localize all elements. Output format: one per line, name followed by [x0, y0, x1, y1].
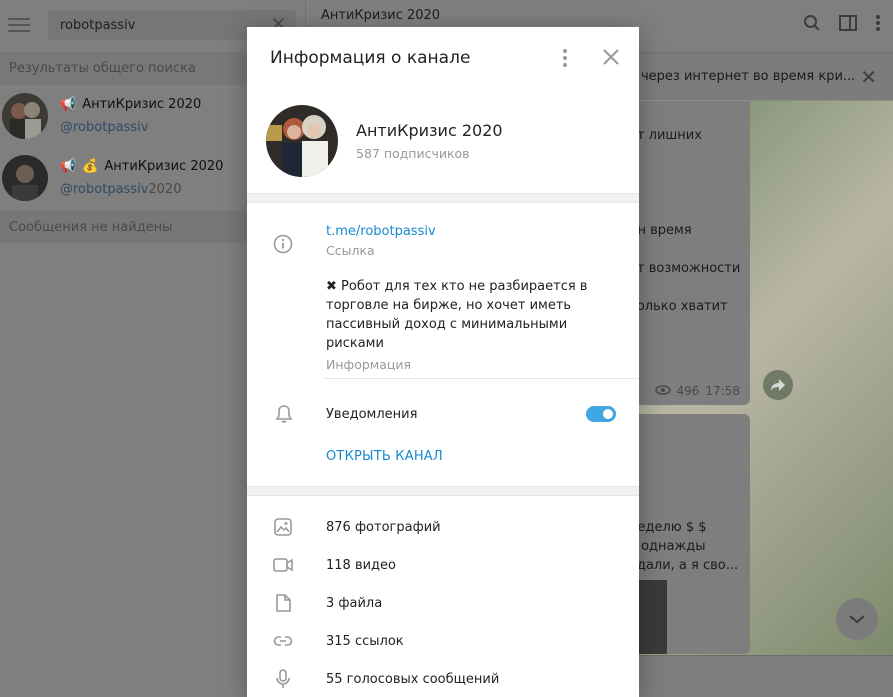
channel-link[interactable]: t.me/robotpassiv [326, 224, 639, 239]
close-icon[interactable] [601, 47, 621, 67]
mic-icon [273, 669, 293, 689]
message-line: а однажды [629, 539, 706, 554]
photo-icon [273, 517, 293, 537]
media-row-links[interactable]: 315 ссылок [247, 622, 639, 660]
message-line: одали, а я сво... [629, 558, 739, 573]
search-icon[interactable] [803, 14, 821, 36]
moneybag-icon: 💰 [82, 159, 99, 174]
media-row-voice[interactable]: 55 голосовых сообщений [247, 660, 639, 697]
shared-media-list: 876 фотографий 118 видео 3 файла 315 ссы… [247, 496, 639, 697]
channel-avatar[interactable] [266, 105, 338, 177]
hamburger-menu-icon[interactable] [8, 16, 30, 34]
modal-header: Информация о канале [247, 27, 639, 89]
result-username: @robotpassiv [60, 120, 149, 135]
video-icon [273, 555, 293, 575]
message-line [629, 202, 750, 221]
more-options-icon[interactable] [563, 49, 567, 67]
channel-profile: АнтиКризис 2020 587 подписчиков [247, 89, 639, 193]
channel-name: АнтиКризис 2020 [356, 121, 503, 140]
sidebar-toggle-icon[interactable] [839, 14, 857, 36]
channel-avatar [2, 93, 48, 139]
message-line [629, 183, 750, 202]
message-time: 17:58 [705, 384, 740, 398]
message-line: йн время [629, 223, 692, 238]
message-line: неделю $ $ [629, 520, 707, 535]
file-icon [273, 593, 293, 613]
scroll-down-icon[interactable] [836, 598, 878, 640]
megaphone-icon: 📢 [60, 97, 77, 112]
section-divider [247, 486, 639, 496]
message-line [629, 164, 750, 183]
message-line: ет возможности [629, 261, 741, 276]
result-name: 📢 АнтиКризис 2020 [60, 97, 202, 112]
channel-info-modal: Информация о канале АнтиКризис 2020 587 … [247, 27, 639, 697]
bell-icon [274, 404, 294, 428]
result-name: 📢 💰 АнтиКризис 2020 [60, 159, 224, 174]
info-icon [273, 234, 293, 258]
views-count: 496 [676, 384, 700, 398]
search-input[interactable] [60, 17, 260, 33]
media-label: 3 файла [326, 595, 383, 611]
media-row-photos[interactable]: 876 фотографий [247, 508, 639, 546]
more-vertical-icon[interactable] [875, 14, 881, 36]
message-line [629, 278, 750, 297]
megaphone-icon: 📢 [60, 159, 77, 174]
media-label: 315 ссылок [326, 633, 404, 649]
close-pinned-icon[interactable]: ✕ [860, 65, 877, 89]
media-row-files[interactable]: 3 файла [247, 584, 639, 622]
media-row-videos[interactable]: 118 видео [247, 546, 639, 584]
message-line [629, 145, 750, 164]
cross-mark-icon: ✖ [326, 279, 337, 294]
notifications-toggle[interactable] [586, 406, 616, 422]
eye-icon [654, 382, 671, 401]
modal-title: Информация о канале [270, 48, 471, 68]
media-label: 118 видео [326, 557, 396, 573]
subscriber-count: 587 подписчиков [356, 146, 470, 161]
message-bubble[interactable]: от лишних йн время ет возможности колько… [625, 101, 750, 405]
channel-avatar [2, 155, 48, 201]
message-line: колько хватит [629, 299, 728, 314]
notifications-row[interactable]: Уведомления [247, 379, 639, 449]
link-label: Ссылка [326, 243, 375, 258]
pinned-text: через интернет во время кри... [641, 69, 856, 84]
media-label: 876 фотографий [326, 519, 441, 535]
notifications-label: Уведомления [326, 406, 418, 422]
open-channel-button[interactable]: ОТКРЫТЬ КАНАЛ [247, 449, 639, 486]
channel-info-section: t.me/robotpassiv Ссылка ✖ Робот для тех … [247, 203, 639, 379]
result-username: @robotpassiv2020 [60, 182, 182, 197]
message-line [629, 240, 750, 259]
description-label: Информация [326, 357, 412, 372]
channel-description: ✖ Робот для тех кто не разбирается в тор… [326, 279, 588, 351]
chat-title[interactable]: АнтиКризис 2020 [321, 8, 440, 23]
link-icon [273, 631, 293, 651]
section-divider [247, 193, 639, 203]
message-line: от лишних [629, 128, 702, 143]
message-meta: 496 17:58 [654, 382, 740, 401]
media-label: 55 голосовых сообщений [326, 671, 500, 687]
share-icon[interactable] [763, 370, 793, 400]
